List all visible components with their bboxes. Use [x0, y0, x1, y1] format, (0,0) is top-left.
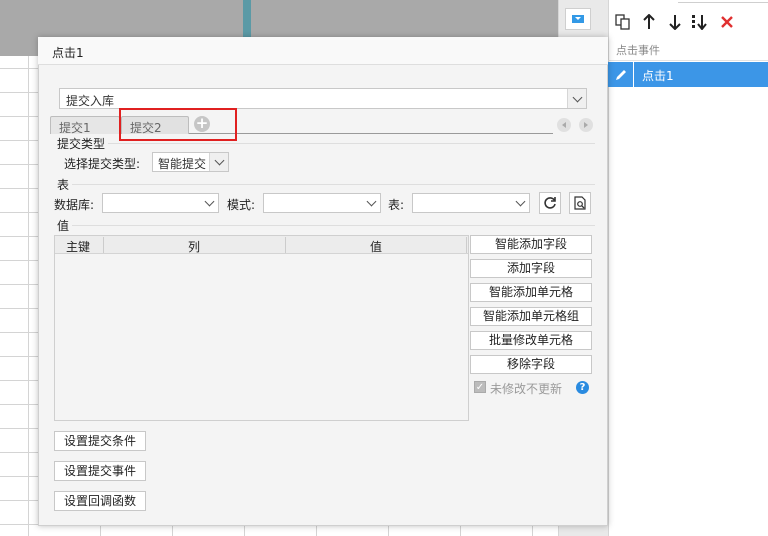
smart-add-field-button[interactable]: 智能添加字段 — [470, 235, 592, 254]
dropdown-widget-icon — [572, 15, 584, 23]
table-header — [55, 236, 468, 254]
chevron-down-icon[interactable] — [200, 194, 218, 212]
column-header-key[interactable]: 主键 — [66, 238, 90, 255]
submit-type-select[interactable]: 智能提交 — [152, 152, 229, 172]
action-type-select[interactable]: 提交入库 — [59, 88, 587, 109]
panel-top-border — [678, 0, 768, 3]
smart-add-cell-group-button[interactable]: 智能添加单元格组 — [470, 307, 592, 326]
chevron-down-icon[interactable] — [567, 89, 586, 108]
event-item-click1[interactable]: 点击1 — [608, 62, 768, 87]
dialog-title: 点击1 — [52, 46, 84, 60]
database-select[interactable] — [102, 193, 219, 213]
move-down-icon[interactable] — [665, 12, 685, 32]
event-item-label: 点击1 — [642, 69, 674, 83]
smart-add-cell-button[interactable]: 智能添加单元格 — [470, 283, 592, 302]
column-separator — [285, 237, 286, 253]
column-separator — [103, 237, 104, 253]
panel-divider — [608, 60, 768, 61]
refresh-icon — [544, 197, 556, 209]
column-header-value[interactable]: 值 — [370, 238, 382, 255]
dropdown-widget-button[interactable] — [565, 8, 591, 30]
column-separator — [466, 237, 467, 253]
set-submit-condition-button[interactable]: 设置提交条件 — [54, 431, 146, 451]
chevron-down-icon[interactable] — [362, 194, 380, 212]
values-group-label: 值 — [57, 219, 70, 233]
move-up-icon[interactable] — [639, 12, 659, 32]
tab-scroll-right-icon[interactable] — [579, 118, 593, 132]
tab-submit1[interactable]: 提交1 — [50, 116, 120, 135]
help-icon[interactable]: ? — [576, 381, 589, 394]
table-select[interactable] — [412, 193, 530, 213]
mode-label: 模式: — [227, 198, 256, 212]
delete-icon[interactable] — [717, 12, 737, 32]
dialog-header — [38, 37, 608, 65]
action-type-value: 提交入库 — [66, 94, 115, 108]
chevron-down-icon[interactable] — [209, 153, 228, 171]
highlight-box — [119, 108, 237, 141]
group-divider — [108, 143, 595, 144]
batch-edit-cells-button[interactable]: 批量修改单元格 — [470, 331, 592, 350]
search-document-icon — [574, 196, 586, 210]
move-bottom-icon[interactable] — [690, 12, 710, 32]
group-divider — [72, 225, 595, 226]
preview-table-button[interactable] — [569, 192, 591, 214]
set-submit-event-button[interactable]: 设置提交事件 — [54, 461, 146, 481]
chevron-down-icon[interactable] — [511, 194, 529, 212]
copy-icon[interactable] — [613, 12, 633, 32]
set-callback-button[interactable]: 设置回调函数 — [54, 491, 146, 511]
refresh-button[interactable] — [539, 192, 561, 214]
column-header-column[interactable]: 列 — [188, 238, 200, 255]
no-update-unmodified-checkbox[interactable]: ✓ — [474, 381, 486, 393]
table-group-label: 表 — [57, 178, 70, 192]
submit-type-field-label: 选择提交类型: — [64, 157, 141, 171]
tab-scroll-left-icon[interactable] — [557, 118, 571, 132]
remove-field-button[interactable]: 移除字段 — [470, 355, 592, 374]
edit-icon[interactable] — [608, 62, 634, 87]
field-mapping-table[interactable] — [54, 235, 469, 421]
database-label: 数据库: — [54, 198, 95, 212]
group-divider — [72, 184, 595, 185]
mode-select[interactable] — [263, 193, 381, 213]
add-field-button[interactable]: 添加字段 — [470, 259, 592, 278]
event-section-title: 点击事件 — [616, 44, 660, 57]
submit-type-value: 智能提交 — [158, 157, 207, 171]
submit-type-group-label: 提交类型 — [57, 137, 106, 151]
table-label: 表: — [388, 198, 405, 212]
no-update-unmodified-label: 未修改不更新 — [490, 382, 563, 396]
